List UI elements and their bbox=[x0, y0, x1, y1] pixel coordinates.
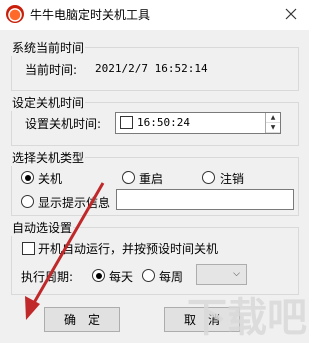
close-icon[interactable] bbox=[281, 4, 301, 24]
period-weekly-label: 每周 bbox=[159, 270, 184, 284]
shutdown-time-group: 设定关机时间 设置关机时间: 16:50:24 ▲ ▼ bbox=[11, 94, 299, 146]
message-input[interactable] bbox=[116, 189, 294, 210]
option-logoff-label: 注销 bbox=[220, 172, 245, 186]
current-time-group: 系统当前时间 当前时间: 2021/2/7 16:52:14 bbox=[11, 39, 299, 91]
ok-button-label: 确定 bbox=[63, 313, 112, 327]
auto-settings-legend: 自动选设置 bbox=[11, 219, 74, 236]
current-time-label: 当前时间: bbox=[25, 63, 78, 77]
watermark-logo: 下载吧 bbox=[187, 294, 307, 341]
chevron-down-icon: ⌵ bbox=[233, 269, 240, 279]
app-icon bbox=[6, 5, 24, 23]
radio-logoff[interactable] bbox=[202, 171, 215, 184]
autostart-checkbox[interactable] bbox=[22, 242, 35, 255]
radio-shutdown[interactable] bbox=[21, 171, 34, 184]
shutdown-time-legend: 设定关机时间 bbox=[11, 94, 86, 111]
window-title: 牛牛电脑定时关机工具 bbox=[30, 8, 151, 22]
shutdown-time-value: 16:50:24 bbox=[137, 116, 190, 129]
shutdown-time-label: 设置关机时间: bbox=[25, 117, 102, 131]
radio-weekly[interactable] bbox=[142, 269, 155, 282]
title-bar: 牛牛电脑定时关机工具 bbox=[0, 0, 309, 30]
time-spinner[interactable]: ▲ ▼ bbox=[265, 113, 280, 133]
shutdown-time-checkbox[interactable] bbox=[120, 116, 133, 129]
radio-restart[interactable] bbox=[122, 171, 135, 184]
period-daily-label: 每天 bbox=[109, 270, 134, 284]
period-label: 执行周期: bbox=[21, 270, 74, 284]
spin-down-icon[interactable]: ▼ bbox=[266, 123, 280, 133]
show-message-label: 显示提示信息 bbox=[38, 196, 111, 210]
weekday-select[interactable]: ⌵ bbox=[196, 264, 247, 285]
current-time-legend: 系统当前时间 bbox=[11, 39, 86, 56]
option-restart-label: 重启 bbox=[139, 172, 164, 186]
current-time-value: 2021/2/7 16:52:14 bbox=[95, 62, 208, 75]
shutdown-type-legend: 选择关机类型 bbox=[11, 149, 86, 166]
shutdown-time-picker[interactable]: 16:50:24 ▲ ▼ bbox=[115, 112, 281, 134]
shutdown-type-group: 选择关机类型 关机 重启 注销 显示提示信息 bbox=[11, 149, 299, 216]
ok-button[interactable]: 确定 bbox=[44, 307, 120, 332]
autostart-label: 开机自动运行，并按预设时间关机 bbox=[38, 242, 219, 256]
spin-up-icon[interactable]: ▲ bbox=[266, 113, 280, 123]
radio-show-message[interactable] bbox=[21, 195, 34, 208]
app-window: 牛牛电脑定时关机工具 系统当前时间 当前时间: 2021/2/7 16:52:1… bbox=[0, 0, 309, 343]
option-shutdown-label: 关机 bbox=[38, 172, 63, 186]
radio-daily[interactable] bbox=[92, 269, 105, 282]
